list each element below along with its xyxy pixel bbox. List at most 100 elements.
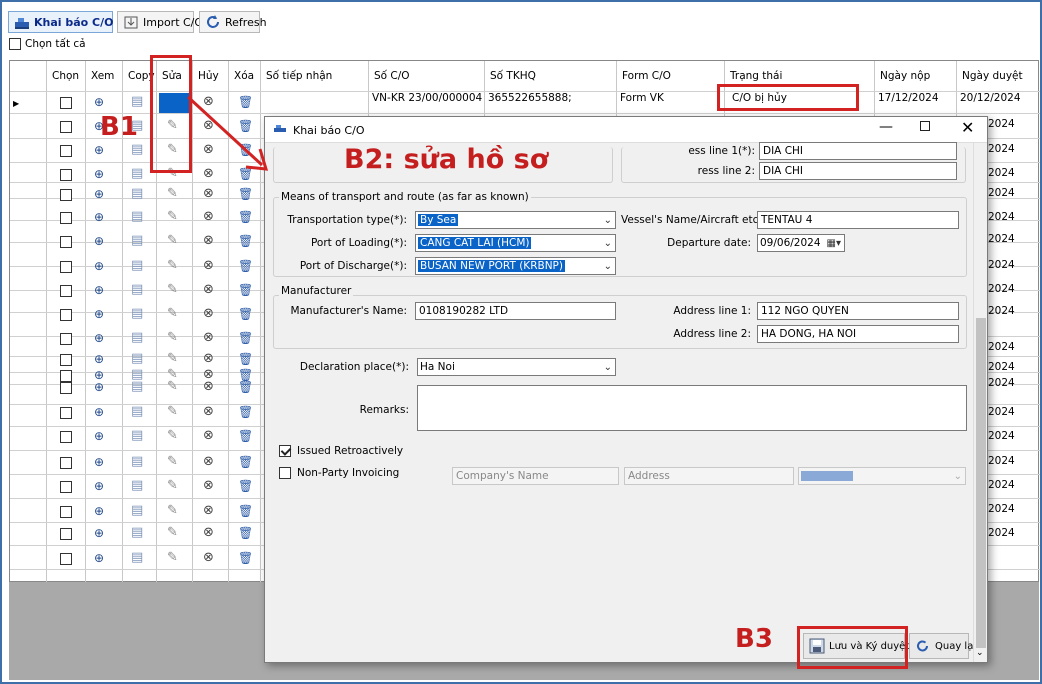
cancel-icon[interactable]: ⊗ bbox=[203, 283, 214, 297]
non-party-checkbox[interactable] bbox=[279, 467, 291, 479]
company-country-select[interactable]: ⌄ bbox=[798, 467, 966, 485]
edit-icon[interactable]: ✎ bbox=[167, 551, 178, 565]
cancel-icon[interactable]: ⊗ bbox=[203, 210, 214, 224]
row-select-checkbox[interactable] bbox=[60, 407, 72, 419]
cancel-icon[interactable]: ⊗ bbox=[203, 380, 214, 394]
column-header[interactable]: Chọn bbox=[48, 61, 85, 91]
row-select-checkbox[interactable] bbox=[60, 169, 72, 181]
view-icon[interactable]: ⊕ bbox=[94, 259, 104, 273]
edit-icon[interactable]: ✎ bbox=[167, 352, 178, 366]
edit-icon[interactable]: ✎ bbox=[167, 429, 178, 443]
copy-icon[interactable]: ▤ bbox=[131, 234, 143, 248]
view-icon[interactable]: ⊕ bbox=[94, 352, 104, 366]
row-select-checkbox[interactable] bbox=[60, 528, 72, 540]
edit-icon[interactable]: ✎ bbox=[167, 331, 178, 345]
column-header[interactable]: Ngày duyệt bbox=[958, 61, 1040, 91]
row-select-checkbox[interactable] bbox=[60, 212, 72, 224]
row-select-checkbox[interactable] bbox=[60, 382, 72, 394]
copy-icon[interactable]: ▤ bbox=[131, 210, 143, 224]
view-icon[interactable]: ⊕ bbox=[94, 307, 104, 321]
departure-date-picker[interactable]: 09/06/2024 ▦▾ bbox=[757, 234, 845, 252]
company-address-field[interactable]: Address bbox=[624, 467, 794, 485]
cancel-icon[interactable]: ⊗ bbox=[203, 405, 214, 419]
edit-icon[interactable]: ✎ bbox=[167, 455, 178, 469]
row-select-checkbox[interactable] bbox=[60, 285, 72, 297]
issued-retro-option[interactable]: Issued Retroactively bbox=[279, 445, 403, 457]
copy-icon[interactable]: ▤ bbox=[131, 429, 143, 443]
cancel-icon[interactable]: ⊗ bbox=[203, 455, 214, 469]
manufacturer-addr2-field[interactable]: HA DONG, HA NOI bbox=[757, 325, 959, 343]
row-select-checkbox[interactable] bbox=[60, 506, 72, 518]
delete-icon[interactable]: 🗑 bbox=[238, 429, 253, 443]
delete-icon[interactable]: 🗑 bbox=[238, 504, 253, 518]
view-icon[interactable]: ⊕ bbox=[94, 504, 104, 518]
delete-icon[interactable]: 🗑 bbox=[238, 259, 253, 273]
cancel-icon[interactable]: ⊗ bbox=[203, 526, 214, 540]
cancel-icon[interactable]: ⊗ bbox=[203, 479, 214, 493]
row-select-checkbox[interactable] bbox=[60, 121, 72, 133]
view-icon[interactable]: ⊕ bbox=[94, 526, 104, 540]
edit-icon[interactable]: ✎ bbox=[167, 526, 178, 540]
exporter-addr2-field[interactable]: DIA CHI bbox=[759, 162, 957, 180]
delete-icon[interactable]: 🗑 bbox=[238, 455, 253, 469]
cancel-icon[interactable]: ⊗ bbox=[203, 331, 214, 345]
issued-retro-checkbox[interactable] bbox=[279, 445, 291, 457]
row-select-checkbox[interactable] bbox=[60, 97, 72, 109]
copy-icon[interactable]: ▤ bbox=[131, 352, 143, 366]
row-select-checkbox[interactable] bbox=[60, 189, 72, 201]
edit-icon[interactable]: ✎ bbox=[167, 187, 178, 201]
row-select-checkbox[interactable] bbox=[60, 145, 72, 157]
view-icon[interactable]: ⊕ bbox=[94, 143, 104, 157]
row-select-checkbox[interactable] bbox=[60, 354, 72, 366]
view-icon[interactable]: ⊕ bbox=[94, 479, 104, 493]
maximize-icon[interactable] bbox=[920, 121, 930, 131]
row-select-checkbox[interactable] bbox=[60, 309, 72, 321]
delete-icon[interactable]: 🗑 bbox=[238, 551, 253, 565]
dialog-scrollbar[interactable]: ⌄ bbox=[973, 143, 987, 662]
cancel-icon[interactable]: ⊗ bbox=[203, 504, 214, 518]
port-loading-select[interactable]: CANG CAT LAI (HCM) ⌄ bbox=[415, 234, 616, 252]
back-button[interactable]: Quay lại bbox=[909, 633, 976, 659]
declaration-place-select[interactable]: Ha Noi ⌄ bbox=[417, 358, 616, 376]
row-select-checkbox[interactable] bbox=[60, 431, 72, 443]
delete-icon[interactable]: 🗑 bbox=[238, 283, 253, 297]
import-co-button[interactable]: Import C/O bbox=[117, 11, 203, 33]
cancel-icon[interactable]: ⊗ bbox=[203, 259, 214, 273]
non-party-option[interactable]: Non-Party Invoicing bbox=[279, 467, 399, 479]
copy-icon[interactable]: ▤ bbox=[131, 405, 143, 419]
close-icon[interactable]: ✕ bbox=[961, 118, 974, 137]
row-select-checkbox[interactable] bbox=[60, 370, 72, 382]
cancel-icon[interactable]: ⊗ bbox=[203, 234, 214, 248]
copy-icon[interactable]: ▤ bbox=[131, 143, 143, 157]
delete-icon[interactable]: 🗑 bbox=[238, 526, 253, 540]
delete-icon[interactable]: 🗑 bbox=[238, 380, 253, 394]
edit-icon[interactable]: ✎ bbox=[167, 504, 178, 518]
column-header[interactable]: Xem bbox=[87, 61, 122, 91]
view-icon[interactable]: ⊕ bbox=[94, 331, 104, 345]
edit-icon[interactable]: ✎ bbox=[167, 307, 178, 321]
delete-icon[interactable]: 🗑 bbox=[238, 331, 253, 345]
column-header[interactable]: Ngày nộp bbox=[876, 61, 956, 91]
view-icon[interactable]: ⊕ bbox=[94, 167, 104, 181]
company-name-field[interactable]: Company's Name bbox=[452, 467, 619, 485]
vessel-field[interactable]: TENTAU 4 bbox=[757, 211, 959, 229]
minimize-icon[interactable]: — bbox=[879, 119, 893, 135]
column-header[interactable]: Số TKHQ bbox=[486, 61, 616, 91]
delete-icon[interactable]: 🗑 bbox=[238, 187, 253, 201]
cancel-icon[interactable]: ⊗ bbox=[203, 352, 214, 366]
edit-icon[interactable]: ✎ bbox=[167, 234, 178, 248]
view-icon[interactable]: ⊕ bbox=[94, 283, 104, 297]
row-select-checkbox[interactable] bbox=[60, 333, 72, 345]
delete-icon[interactable]: 🗑 bbox=[238, 210, 253, 224]
edit-icon[interactable]: ✎ bbox=[167, 380, 178, 394]
view-icon[interactable]: ⊕ bbox=[94, 210, 104, 224]
column-header[interactable]: Số C/O bbox=[370, 61, 484, 91]
row-select-checkbox[interactable] bbox=[60, 457, 72, 469]
edit-icon[interactable]: ✎ bbox=[167, 259, 178, 273]
column-header[interactable]: Số tiếp nhận bbox=[262, 61, 368, 91]
refresh-button[interactable]: Refresh bbox=[199, 11, 267, 33]
cancel-icon[interactable]: ⊗ bbox=[203, 187, 214, 201]
copy-icon[interactable]: ▤ bbox=[131, 307, 143, 321]
edit-icon[interactable]: ✎ bbox=[167, 405, 178, 419]
scrollbar-thumb[interactable] bbox=[976, 318, 986, 648]
